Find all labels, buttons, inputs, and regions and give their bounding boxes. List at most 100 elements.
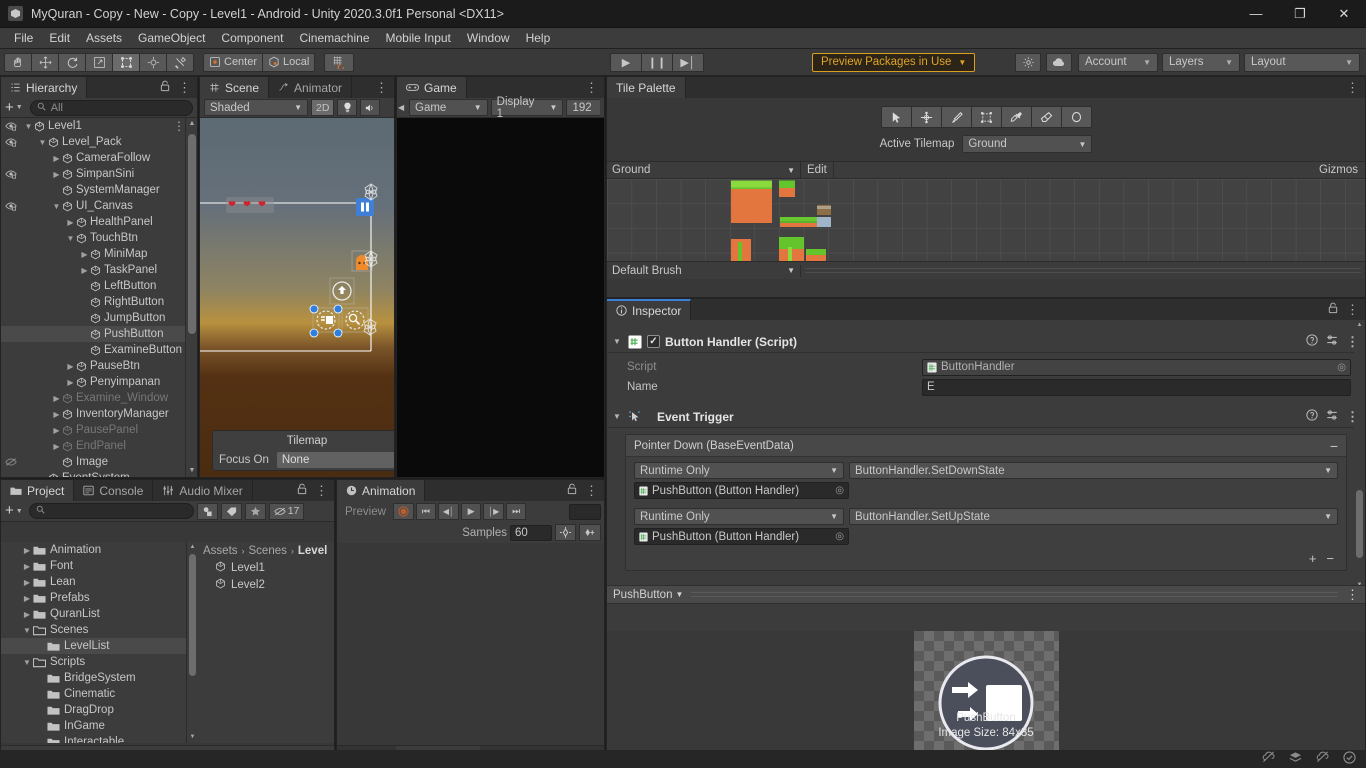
collapse-left-icon[interactable]: ◀: [398, 103, 404, 112]
animation-play-button[interactable]: ▶: [461, 503, 482, 520]
scene-draw-mode-dropdown[interactable]: Shaded ▼: [204, 99, 308, 116]
project-folder-prefabs[interactable]: ▶ Prefabs: [1, 590, 186, 606]
tab-tile-palette[interactable]: Tile Palette: [607, 77, 686, 98]
event-collapse-button[interactable]: −: [1330, 439, 1338, 453]
remove-event-entry-button[interactable]: −: [1326, 551, 1334, 566]
record-button[interactable]: [392, 503, 414, 520]
hierarchy-item-leftbutton[interactable]: LeftButton: [1, 278, 197, 294]
no-cloud-icon[interactable]: [1316, 751, 1329, 767]
component-header-button-handler[interactable]: ▼ ✓ Button Handler (Script) ⋮: [607, 331, 1365, 353]
expand-arrow-icon[interactable]: ▼: [37, 138, 48, 147]
audio-icon[interactable]: [360, 99, 381, 116]
visibility-toggle-icon[interactable]: [4, 168, 17, 180]
move-tool-button[interactable]: [31, 52, 59, 72]
hierarchy-item-pushbutton[interactable]: PushButton: [1, 326, 197, 342]
maximize-button[interactable]: ❐: [1278, 0, 1322, 28]
menu-component[interactable]: Component: [213, 28, 291, 49]
minimize-button[interactable]: —: [1234, 0, 1278, 28]
menu-mobile-input[interactable]: Mobile Input: [378, 28, 459, 49]
tab-animation[interactable]: Animation: [337, 480, 426, 501]
chevron-down-icon[interactable]: ▼: [613, 412, 623, 421]
grid-snap-icon[interactable]: [324, 52, 355, 72]
chevron-down-icon[interactable]: ▼: [16, 104, 23, 111]
inspector-scroll-thumb[interactable]: [1356, 490, 1363, 558]
project-menu-icon[interactable]: ⋮: [315, 484, 328, 497]
scene-context-menu-icon[interactable]: ⋮: [173, 119, 185, 133]
last-frame-button[interactable]: ⏭: [506, 503, 527, 520]
hierarchy-item-systemmanager[interactable]: SystemManager: [1, 182, 197, 198]
expand-arrow-icon[interactable]: ▼: [65, 234, 76, 243]
breadcrumb-scenes[interactable]: Scenes: [249, 545, 287, 557]
hierarchy-item-examinebutton[interactable]: ExamineButton: [1, 342, 197, 358]
gizmos-button[interactable]: Gizmos: [1312, 162, 1365, 178]
hierarchy-scrollbar[interactable]: ▲ ▼: [185, 118, 197, 477]
chevron-down-icon[interactable]: ▼: [675, 590, 683, 599]
focus-on-dropdown[interactable]: None: [276, 452, 394, 468]
visibility-toggle-icon[interactable]: [4, 456, 17, 468]
lock-icon[interactable]: [567, 483, 577, 498]
expand-arrow-icon[interactable]: ▶: [65, 378, 76, 387]
move-tool-icon[interactable]: [911, 106, 942, 128]
pivot-mode-button[interactable]: Center: [203, 52, 264, 72]
hierarchy-scroll-thumb[interactable]: [188, 134, 196, 334]
fill-bucket-icon[interactable]: [1061, 106, 1092, 128]
expand-arrow-icon[interactable]: ▶: [51, 154, 62, 163]
project-folder-quranlist[interactable]: ▶ QuranList: [1, 606, 186, 622]
game-target-dropdown[interactable]: Game ▼: [409, 99, 488, 116]
project-folder-bridgesystem[interactable]: BridgeSystem: [1, 670, 186, 686]
rect-tool-button[interactable]: [112, 52, 140, 72]
expand-arrow-icon[interactable]: ▶: [51, 394, 62, 403]
palette-dropdown[interactable]: Ground ▼: [607, 162, 801, 178]
tab-console[interactable]: Console: [74, 480, 154, 501]
check-circle-icon[interactable]: [1343, 751, 1356, 767]
animation-preview-label[interactable]: Preview: [340, 506, 391, 518]
project-add-button[interactable]: +: [5, 503, 14, 518]
scene-2d-toggle[interactable]: 2D: [311, 99, 335, 116]
filter-by-label-icon[interactable]: [220, 502, 242, 520]
hierarchy-item-image[interactable]: Image: [1, 454, 197, 470]
project-folder-levellist[interactable]: LevelList: [1, 638, 186, 654]
first-frame-button[interactable]: ⏮: [415, 503, 436, 520]
hierarchy-tree[interactable]: ▼ Level1 ⋮ ▼ Level_Pack ▶ CameraFollow ▶ SimpanS…: [1, 118, 197, 477]
hierarchy-menu-icon[interactable]: ⋮: [178, 81, 191, 94]
list-item[interactable]: Level1: [197, 559, 334, 576]
expand-arrow-icon[interactable]: ▶: [51, 170, 62, 179]
preset-icon[interactable]: [1326, 334, 1338, 349]
transform-tool-button[interactable]: [139, 52, 167, 72]
expand-arrow-icon[interactable]: ▶: [21, 578, 33, 587]
hierarchy-item-minimap[interactable]: ▶ MiniMap: [1, 246, 197, 262]
menu-help[interactable]: Help: [518, 28, 559, 49]
expand-arrow-icon[interactable]: ▶: [79, 266, 90, 275]
scene-viewport[interactable]: Tilemap Focus On None: [200, 118, 394, 477]
prev-frame-button[interactable]: ◀│: [437, 503, 460, 520]
hierarchy-item-touchbtn[interactable]: ▼ TouchBtn: [1, 230, 197, 246]
inspector-menu-icon[interactable]: ⋮: [1346, 303, 1359, 316]
paint-brush-icon[interactable]: [941, 106, 972, 128]
object-picker-icon[interactable]: ◎: [835, 485, 844, 496]
list-item[interactable]: Level2: [197, 576, 334, 593]
help-icon[interactable]: [1306, 409, 1318, 424]
menu-assets[interactable]: Assets: [78, 28, 130, 49]
hierarchy-item-pausepanel[interactable]: ▶ PausePanel: [1, 422, 197, 438]
palette-edit-button[interactable]: Edit: [801, 162, 834, 178]
project-search-input[interactable]: [28, 503, 194, 519]
tab-game[interactable]: Game: [397, 77, 467, 98]
menu-cinemachine[interactable]: Cinemachine: [291, 28, 377, 49]
layers-stack-icon[interactable]: [1289, 751, 1302, 767]
project-folder-scripts[interactable]: ▼ Scripts: [1, 654, 186, 670]
hierarchy-item-penyimpanan[interactable]: ▶ Penyimpanan: [1, 374, 197, 390]
event-function-dropdown[interactable]: ButtonHandler.SetUpState ▼: [849, 508, 1338, 525]
expand-arrow-icon[interactable]: ▶: [21, 610, 33, 619]
lock-icon[interactable]: [297, 483, 307, 498]
hierarchy-item-taskpanel[interactable]: ▶ TaskPanel: [1, 262, 197, 278]
project-folder-dragdrop[interactable]: DragDrop: [1, 702, 186, 718]
game-display-dropdown[interactable]: Display 1 ▼: [490, 96, 564, 120]
project-scroll-thumb[interactable]: [189, 554, 196, 676]
hierarchy-item-inventorymanager[interactable]: ▶ InventoryManager: [1, 406, 197, 422]
object-picker-icon[interactable]: ◎: [1337, 362, 1346, 373]
scroll-up-icon[interactable]: ▲: [1354, 320, 1365, 331]
samples-input[interactable]: 60: [510, 524, 552, 541]
menu-gameobject[interactable]: GameObject: [130, 28, 213, 49]
pause-button[interactable]: ❙❙: [641, 52, 673, 72]
tab-animator[interactable]: Animator: [269, 77, 353, 98]
